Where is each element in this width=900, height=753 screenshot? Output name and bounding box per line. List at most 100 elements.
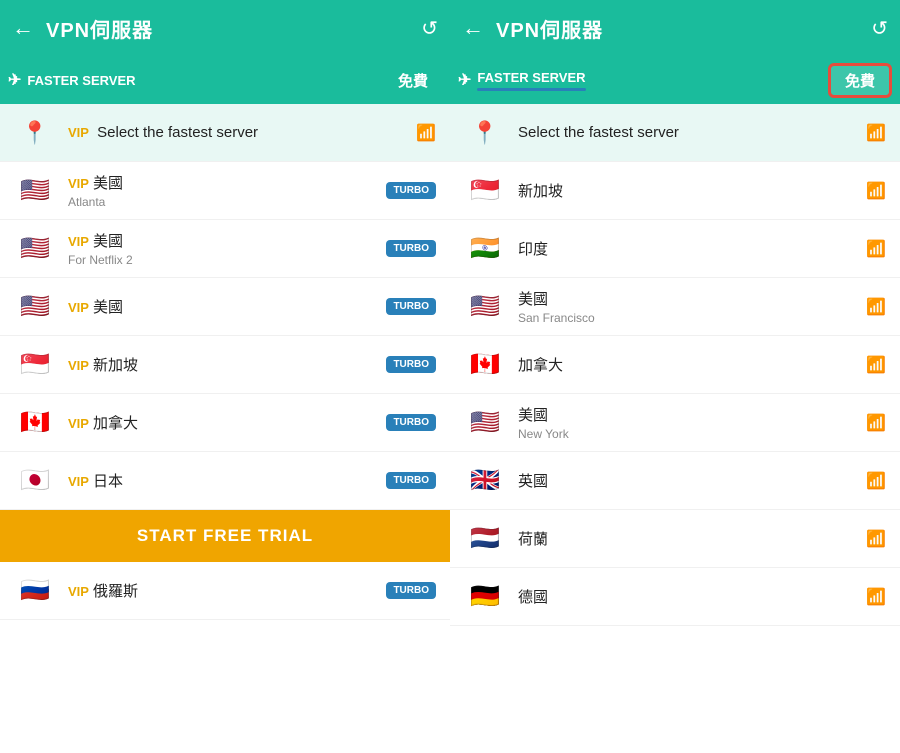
left-sub-us-atlanta: Atlanta <box>68 195 380 209</box>
left-turbo-sg: TURBO <box>386 356 436 373</box>
left-header: ← VPN伺服器 ↺ <box>0 0 450 56</box>
start-trial-button[interactable]: START FREE TRIAL <box>0 510 450 562</box>
right-location-icon-container: 📍 <box>464 118 506 148</box>
right-plane-icon: ✈ <box>458 70 471 90</box>
left-turbo-jp: TURBO <box>386 472 436 489</box>
right-info-nl: 荷蘭 <box>518 528 860 549</box>
left-info-us-3: VIP美國 <box>68 296 380 317</box>
right-flag-us-sf: 🇺🇸 <box>464 292 506 322</box>
left-fastest-server-name: VIP Select the fastest server <box>68 124 258 141</box>
left-server-list: 📍 VIP Select the fastest server 📶 🇺🇸 VIP… <box>0 104 450 753</box>
left-server-us-atlanta[interactable]: 🇺🇸 VIP美國 Atlanta TURBO <box>0 162 450 220</box>
left-name-us-3: VIP美國 <box>68 296 380 317</box>
left-back-button[interactable]: ← <box>12 15 34 41</box>
right-name-nl: 荷蘭 <box>518 528 860 549</box>
right-server-us-sf[interactable]: 🇺🇸 美國 San Francisco 📶 <box>450 278 900 336</box>
right-flag-nl: 🇳🇱 <box>464 524 506 554</box>
left-info-us-netflix: VIP美國 For Netflix 2 <box>68 230 380 267</box>
right-fastest-server-name: Select the fastest server <box>518 124 679 141</box>
right-server-in[interactable]: 🇮🇳 印度 📶 <box>450 220 900 278</box>
right-name-in: 印度 <box>518 238 860 259</box>
left-turbo-ru: TURBO <box>386 582 436 599</box>
left-server-jp[interactable]: 🇯🇵 VIP日本 TURBO <box>0 452 450 510</box>
left-info-jp: VIP日本 <box>68 470 380 491</box>
left-vip-sg: VIP <box>68 358 89 373</box>
left-server-sg[interactable]: 🇸🇬 VIP新加坡 TURBO <box>0 336 450 394</box>
left-flag-ru: 🇷🇺 <box>14 576 56 606</box>
right-fastest-server-info: Select the fastest server <box>518 124 860 142</box>
left-server-ca[interactable]: 🇨🇦 VIP加拿大 TURBO <box>0 394 450 452</box>
left-flag-us-atlanta: 🇺🇸 <box>14 176 56 206</box>
left-info-ca: VIP加拿大 <box>68 412 380 433</box>
right-server-ca[interactable]: 🇨🇦 加拿大 📶 <box>450 336 900 394</box>
left-name-sg: VIP新加坡 <box>68 354 380 375</box>
left-turbo-us-3: TURBO <box>386 298 436 315</box>
left-server-us-netflix[interactable]: 🇺🇸 VIP美國 For Netflix 2 TURBO <box>0 220 450 278</box>
left-turbo-us-atlanta: TURBO <box>386 182 436 199</box>
right-signal-ca: 📶 <box>866 355 886 375</box>
left-vip-us-atlanta: VIP <box>68 176 89 191</box>
right-signal-de: 📶 <box>866 587 886 607</box>
left-tab-faster-server[interactable]: ✈ FASTER SERVER <box>8 70 384 90</box>
right-name-us-sf: 美國 <box>518 288 860 309</box>
right-server-de[interactable]: 🇩🇪 德國 📶 <box>450 568 900 626</box>
left-vip-us-netflix: VIP <box>68 234 89 249</box>
right-refresh-button[interactable]: ↺ <box>871 16 888 41</box>
right-signal-sg: 📶 <box>866 181 886 201</box>
left-title: VPN伺服器 <box>46 14 421 43</box>
right-flag-icon-uk: 🇬🇧 <box>470 466 500 495</box>
left-name-jp: VIP日本 <box>68 470 380 491</box>
left-server-us-3[interactable]: 🇺🇸 VIP美國 TURBO <box>0 278 450 336</box>
right-faster-server-label: FASTER SERVER <box>477 70 585 85</box>
left-name-ca: VIP加拿大 <box>68 412 380 433</box>
right-flag-sg: 🇸🇬 <box>464 176 506 206</box>
right-name-us-ny: 美國 <box>518 404 860 425</box>
right-server-nl[interactable]: 🇳🇱 荷蘭 📶 <box>450 510 900 568</box>
left-info-ru: VIP俄羅斯 <box>68 580 380 601</box>
right-signal-uk: 📶 <box>866 471 886 491</box>
left-turbo-us-netflix: TURBO <box>386 240 436 257</box>
right-info-in: 印度 <box>518 238 860 259</box>
left-flag-jp: 🇯🇵 <box>14 466 56 496</box>
right-tab-bar: ✈ FASTER SERVER 免費 <box>450 56 900 104</box>
right-flag-de: 🇩🇪 <box>464 582 506 612</box>
left-refresh-button[interactable]: ↺ <box>421 16 438 41</box>
right-faster-server-wrapper: FASTER SERVER <box>477 70 585 91</box>
right-info-ca: 加拿大 <box>518 354 860 375</box>
left-flag-ca: 🇨🇦 <box>14 408 56 438</box>
right-location-icon: 📍 <box>471 120 498 146</box>
left-sub-us-netflix: For Netflix 2 <box>68 253 380 267</box>
left-name-us-netflix: VIP美國 <box>68 230 380 251</box>
left-flag-sg: 🇸🇬 <box>14 350 56 380</box>
right-tab-faster-server[interactable]: ✈ FASTER SERVER <box>458 70 828 91</box>
left-location-icon: 📍 <box>21 120 48 146</box>
right-back-button[interactable]: ← <box>462 15 484 41</box>
left-turbo-ca: TURBO <box>386 414 436 431</box>
right-flag-icon-nl: 🇳🇱 <box>470 524 500 553</box>
left-server-ru[interactable]: 🇷🇺 VIP俄羅斯 TURBO <box>0 562 450 620</box>
right-server-uk[interactable]: 🇬🇧 英國 📶 <box>450 452 900 510</box>
right-header: ← VPN伺服器 ↺ <box>450 0 900 56</box>
left-name-ru: VIP俄羅斯 <box>68 580 380 601</box>
right-sub-us-ny: New York <box>518 427 860 441</box>
left-flag-us-netflix: 🇺🇸 <box>14 234 56 264</box>
right-info-sg: 新加坡 <box>518 180 860 201</box>
right-server-sg[interactable]: 🇸🇬 新加坡 📶 <box>450 162 900 220</box>
left-flag-us-3: 🇺🇸 <box>14 292 56 322</box>
left-flag-icon-jp: 🇯🇵 <box>20 466 50 495</box>
left-vip-jp: VIP <box>68 474 89 489</box>
right-tab-free[interactable]: 免費 <box>828 63 892 98</box>
left-flag-icon-us-3: 🇺🇸 <box>20 292 50 321</box>
left-tab-free[interactable]: 免費 <box>384 66 442 95</box>
left-plane-icon: ✈ <box>8 70 21 90</box>
right-flag-icon-us-sf: 🇺🇸 <box>470 292 500 321</box>
right-flag-icon-de: 🇩🇪 <box>470 582 500 611</box>
right-name-de: 德國 <box>518 586 860 607</box>
left-fastest-server-item[interactable]: 📍 VIP Select the fastest server 📶 <box>0 104 450 162</box>
left-info-us-atlanta: VIP美國 Atlanta <box>68 172 380 209</box>
left-vip-badge-fastest: VIP <box>68 125 89 140</box>
right-server-us-ny[interactable]: 🇺🇸 美國 New York 📶 <box>450 394 900 452</box>
right-fastest-server-item[interactable]: 📍 Select the fastest server 📶 <box>450 104 900 162</box>
right-info-us-ny: 美國 New York <box>518 404 860 441</box>
left-name-us-atlanta: VIP美國 <box>68 172 380 193</box>
